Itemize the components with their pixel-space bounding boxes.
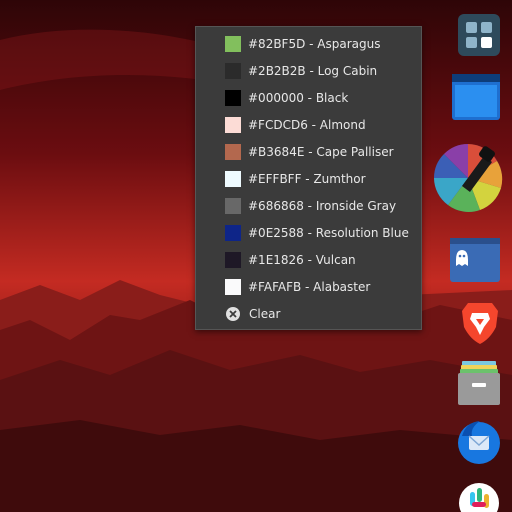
ghost-app-icon[interactable]	[450, 238, 500, 282]
dock	[430, 0, 512, 512]
clear-icon	[226, 306, 240, 321]
thunderbird-icon[interactable]	[456, 418, 502, 466]
color-swatch	[225, 170, 241, 187]
color-swatch	[225, 251, 241, 268]
color-item-almond[interactable]: #FCDCD6 - Almond	[196, 111, 421, 138]
color-swatch	[225, 62, 241, 79]
color-item-label: #0E2588 - Resolution Blue	[248, 225, 409, 240]
color-item-resolution-blue[interactable]: #0E2588 - Resolution Blue	[196, 219, 421, 246]
color-item-vulcan[interactable]: #1E1826 - Vulcan	[196, 246, 421, 273]
color-item-zumthor[interactable]: #EFFBFF - Zumthor	[196, 165, 421, 192]
color-item-ironside-gray[interactable]: #686868 - Ironside Gray	[196, 192, 421, 219]
archive-icon[interactable]	[458, 361, 500, 405]
slack-icon[interactable]	[458, 482, 500, 512]
color-item-label: #686868 - Ironside Gray	[248, 198, 397, 213]
color-item-label: #000000 - Black	[248, 90, 349, 105]
color-item-label: #2B2B2B - Log Cabin	[248, 63, 378, 78]
color-history-menu: #82BF5D - Asparagus #2B2B2B - Log Cabin …	[195, 26, 422, 330]
color-item-label: #FCDCD6 - Almond	[248, 117, 366, 132]
app-grid-icon[interactable]	[458, 14, 500, 56]
color-item-cape-palliser[interactable]: #B3684E - Cape Palliser	[196, 138, 421, 165]
color-swatch	[225, 224, 241, 241]
color-swatch	[225, 89, 241, 106]
color-swatch	[225, 278, 241, 295]
color-item-asparagus[interactable]: #82BF5D - Asparagus	[196, 30, 421, 57]
color-swatch	[225, 35, 241, 52]
color-item-label: #B3684E - Cape Palliser	[248, 144, 394, 159]
clear-history-item[interactable]: Clear	[196, 300, 421, 327]
brave-browser-icon[interactable]	[460, 301, 500, 345]
color-item-alabaster[interactable]: #FAFAFB - Alabaster	[196, 273, 421, 300]
color-item-label: #1E1826 - Vulcan	[248, 252, 356, 267]
color-swatch	[225, 143, 241, 160]
clear-label: Clear	[249, 306, 281, 321]
color-picker-icon[interactable]	[432, 142, 504, 214]
color-item-black[interactable]: #000000 - Black	[196, 84, 421, 111]
color-item-log-cabin[interactable]: #2B2B2B - Log Cabin	[196, 57, 421, 84]
files-window-icon[interactable]	[452, 74, 500, 120]
color-item-label: #EFFBFF - Zumthor	[248, 171, 366, 186]
color-item-label: #FAFAFB - Alabaster	[248, 279, 371, 294]
color-item-label: #82BF5D - Asparagus	[248, 36, 381, 51]
color-swatch	[225, 116, 241, 133]
color-swatch	[225, 197, 241, 214]
